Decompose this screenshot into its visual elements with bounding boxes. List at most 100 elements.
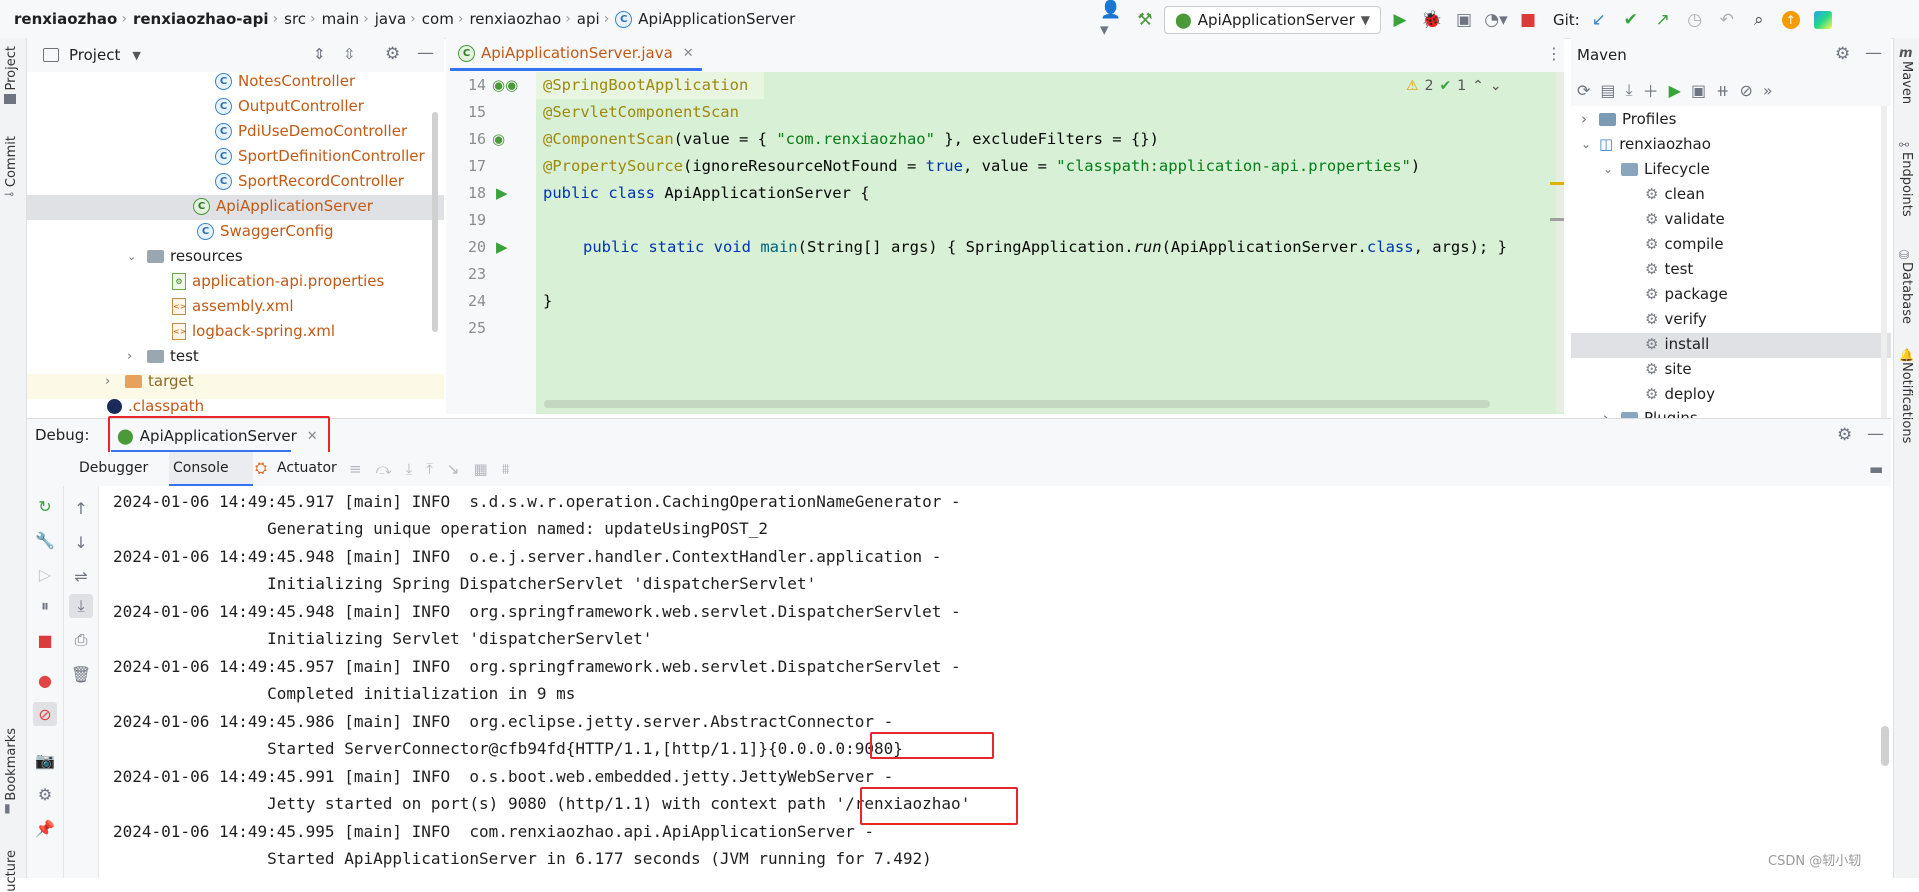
close-icon[interactable]: ✕: [683, 46, 694, 61]
maven-goal-item-selected[interactable]: ⚙ install: [1645, 332, 1709, 357]
tree-item[interactable]: .classpath: [105, 394, 204, 418]
trash-icon[interactable]: 🗑: [69, 662, 93, 686]
tool-window-database[interactable]: ⛁ Database: [1899, 248, 1914, 324]
tree-item[interactable]: C SportRecordController: [215, 169, 404, 194]
rerun-icon[interactable]: ↻: [33, 494, 57, 518]
console-scrollbar[interactable]: [1881, 726, 1889, 766]
build-hammer-icon[interactable]: ⚒: [1132, 7, 1158, 33]
arrow-down-icon[interactable]: ↓: [69, 530, 93, 554]
view-breakpoints-icon[interactable]: ●: [33, 668, 57, 692]
tree-item[interactable]: C SportDefinitionController: [215, 144, 425, 169]
step-out-icon[interactable]: ⤒: [426, 460, 433, 478]
coverage-icon[interactable]: ▣: [1451, 7, 1477, 33]
more-icon[interactable]: »: [1763, 81, 1773, 100]
download-icon[interactable]: ⤓: [1626, 80, 1633, 100]
run-icon[interactable]: ▶: [1387, 7, 1413, 33]
run-to-cursor-icon[interactable]: ↘: [447, 460, 460, 478]
toggle-offline-icon[interactable]: ⧺: [1716, 81, 1729, 100]
scroll-to-end-icon[interactable]: ⤓: [69, 594, 93, 618]
tree-item[interactable]: C NotesController: [215, 72, 355, 94]
git-update-icon[interactable]: ↙: [1586, 7, 1612, 33]
pause-icon[interactable]: ⏸: [33, 594, 57, 618]
search-icon[interactable]: ⌕: [1746, 7, 1772, 33]
chevron-right-icon[interactable]: ›: [1581, 107, 1599, 132]
rollback-icon[interactable]: ↶: [1714, 7, 1740, 33]
print-icon[interactable]: ⎙: [69, 628, 93, 652]
debug-icon[interactable]: 🐞: [1419, 7, 1445, 33]
editor-vertical-scrollbar[interactable]: [1556, 72, 1564, 412]
resume-icon[interactable]: ▷: [33, 562, 57, 586]
maven-goal-item[interactable]: ⚙ site: [1645, 357, 1692, 382]
hide-panel-icon[interactable]: —: [1865, 43, 1882, 63]
collapse-all-icon[interactable]: ⇳: [343, 45, 356, 63]
breadcrumb-item[interactable]: com: [422, 10, 454, 28]
tree-item[interactable]: ⚙ application-api.properties: [172, 269, 384, 294]
tree-item[interactable]: <> logback-spring.xml: [172, 319, 335, 344]
maven-scrollbar[interactable]: [1881, 106, 1887, 418]
tool-window-endpoints[interactable]: ⚯ Endpoints: [1899, 138, 1914, 217]
layout-icon[interactable]: ▬: [1869, 460, 1883, 478]
update-icon[interactable]: ↑: [1778, 7, 1804, 33]
trace-icon[interactable]: ⩩: [502, 460, 510, 478]
settings-gear-icon[interactable]: ⚙: [33, 782, 57, 806]
horizontal-scrollbar[interactable]: [544, 400, 1490, 408]
maven-goal-item[interactable]: ⚙ package: [1645, 282, 1728, 307]
git-commit-icon[interactable]: ✔: [1618, 7, 1644, 33]
chevron-right-icon[interactable]: ›: [1603, 406, 1621, 418]
tool-window-bookmarks[interactable]: Bookmarks ▮: [4, 728, 19, 815]
tool-window-maven[interactable]: m Maven: [1899, 46, 1914, 104]
hide-panel-icon[interactable]: —: [417, 43, 434, 63]
chevron-down-icon[interactable]: ⌄: [1581, 132, 1599, 157]
breadcrumb-item[interactable]: src: [284, 10, 306, 28]
tree-scrollbar[interactable]: [432, 112, 438, 332]
chevron-down-icon[interactable]: ⌄: [127, 244, 147, 269]
profile-icon[interactable]: ◔▾: [1483, 7, 1509, 33]
skip-tests-icon[interactable]: ⊘: [1739, 81, 1752, 100]
maven-goal-item[interactable]: ⚙ compile: [1645, 232, 1724, 257]
hide-panel-icon[interactable]: —: [1867, 424, 1884, 444]
tool-window-notifications[interactable]: 🔔 Notifications: [1899, 348, 1914, 443]
breadcrumb-item[interactable]: api: [577, 10, 600, 28]
tree-item-selected[interactable]: C ApiApplicationServer: [193, 194, 373, 219]
tool-window-commit[interactable]: Commit ⊸: [4, 136, 19, 201]
breadcrumb-item[interactable]: ApiApplicationServer: [638, 10, 795, 28]
arrow-up-icon[interactable]: ↑: [69, 496, 93, 520]
history-icon[interactable]: ◷: [1682, 7, 1708, 33]
tab-debugger[interactable]: Debugger: [79, 460, 148, 476]
chevron-right-icon[interactable]: ›: [127, 344, 147, 369]
tree-item[interactable]: › target: [105, 369, 194, 394]
tree-item[interactable]: <> assembly.xml: [172, 294, 294, 319]
maven-goal-item[interactable]: ⚙ validate: [1645, 207, 1725, 232]
editor-tab-active[interactable]: C ApiApplicationServer.java ✕: [450, 38, 702, 71]
settings-gear-icon[interactable]: ⚙: [1837, 425, 1852, 445]
git-push-icon[interactable]: ↗: [1650, 7, 1676, 33]
project-panel-title[interactable]: Project: [69, 46, 120, 64]
breadcrumb-item[interactable]: java: [375, 10, 406, 28]
tab-actuator[interactable]: Actuator: [277, 460, 337, 476]
breadcrumb-item[interactable]: main: [322, 10, 359, 28]
spring-bean-icon[interactable]: ◉: [492, 130, 505, 148]
menu-icon[interactable]: ≡: [349, 460, 362, 478]
more-options-icon[interactable]: ⋮: [1546, 44, 1562, 63]
step-into-icon[interactable]: ⤓: [406, 460, 413, 478]
soft-wrap-icon[interactable]: ⇌: [69, 564, 93, 588]
jetbrains-logo-icon[interactable]: [1810, 7, 1836, 33]
step-over-icon[interactable]: ⤼: [376, 460, 392, 478]
run-gutter-icon[interactable]: ▶: [496, 238, 508, 256]
maven-tree-item[interactable]: › Profiles: [1581, 107, 1676, 132]
maven-goal-item[interactable]: ⚙ deploy: [1645, 382, 1715, 407]
reload-icon[interactable]: ⟳: [1577, 81, 1590, 100]
camera-icon[interactable]: 📷: [33, 748, 57, 772]
stop-icon[interactable]: ■: [33, 628, 57, 652]
chevron-down-icon[interactable]: ⌄: [1490, 78, 1502, 94]
add-icon[interactable]: ＋: [1643, 78, 1659, 102]
maven-tree-item[interactable]: ⌄ Lifecycle: [1603, 157, 1710, 182]
breadcrumb-item[interactable]: renxiaozhao: [469, 10, 561, 28]
run-gutter-icon[interactable]: ▶: [496, 184, 508, 202]
run-configuration-select[interactable]: ⬤ ApiApplicationServer ▼: [1164, 6, 1381, 34]
breadcrumb-item[interactable]: renxiaozhao-api: [133, 10, 269, 28]
tree-item[interactable]: › test: [127, 344, 199, 369]
mute-breakpoints-icon[interactable]: ⊘: [33, 702, 57, 726]
maven-goal-item[interactable]: ⚙ clean: [1645, 182, 1705, 207]
chevron-right-icon[interactable]: ›: [105, 369, 125, 394]
